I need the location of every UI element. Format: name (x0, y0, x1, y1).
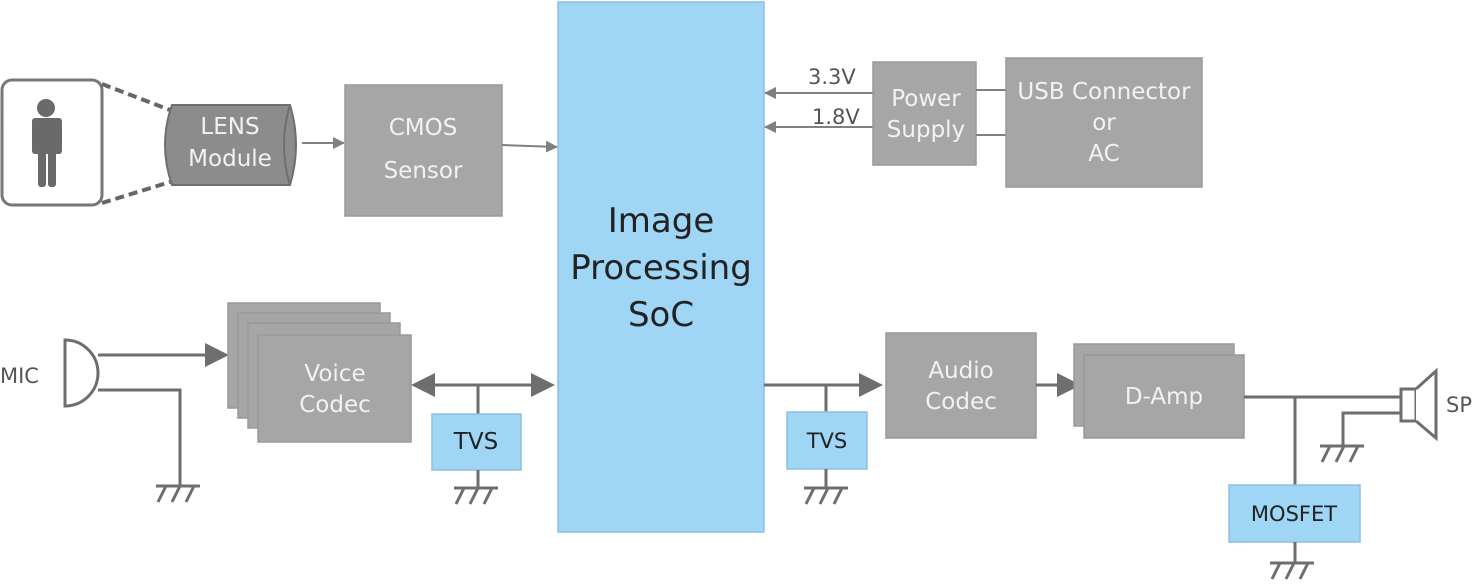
3v3-label: 3.3V (808, 65, 856, 89)
1v8-label: 1.8V (812, 105, 860, 129)
soc-label: SoC (628, 295, 694, 335)
microphone-icon (63, 338, 100, 408)
cmos-label: Sensor (384, 158, 463, 184)
view-line-top (101, 82, 171, 112)
soc-block: Image Processing SoC (557, 1, 765, 533)
d-amp-block: D-Amp (1073, 343, 1245, 439)
mic-label: MIC (0, 364, 39, 388)
person-icon (0, 78, 104, 207)
usb-label: AC (1088, 141, 1119, 167)
tvs-label: TVS (453, 429, 498, 455)
audio-codec-label: Audio (928, 358, 993, 384)
soc-label: Image (608, 201, 714, 241)
d-amp-label: D-Amp (1125, 384, 1203, 410)
ground-icon (802, 486, 850, 506)
voice-codec-label: Voice (304, 361, 365, 387)
lens-label: Module (188, 146, 272, 172)
voice-codec-label: Codec (299, 392, 371, 418)
cmos-to-soc-arrow (501, 140, 558, 153)
soc-label: Processing (570, 248, 752, 288)
audio-codec-label: Codec (925, 389, 997, 415)
lens-module-block: LENS Module (164, 104, 297, 186)
ground-icon (1318, 444, 1366, 464)
lens-label: LENS (200, 114, 259, 140)
tvs-right-block: TVS (786, 411, 868, 470)
tvs-left-block: TVS (431, 413, 522, 471)
mic-ground-line (98, 388, 182, 485)
ground-icon (1268, 561, 1316, 581)
tvs-label: TVS (806, 429, 848, 453)
ground-icon (154, 484, 202, 504)
speaker-icon (1399, 367, 1438, 442)
usb-label: USB Connector (1017, 79, 1191, 105)
voice-codec-block: Voice Codec (227, 302, 412, 443)
usb-connector-block: USB Connector or AC (1005, 57, 1203, 188)
power-label: Power (891, 86, 961, 112)
cmos-label: CMOS (389, 115, 458, 141)
speaker-ground-line (1341, 411, 1401, 445)
block-diagram: LENS Module CMOS Sensor Image Processing… (0, 1, 1472, 581)
power-supply-block: Power Supply (872, 61, 977, 166)
power-label: Supply (887, 117, 965, 143)
sp-label: SP (1446, 393, 1472, 417)
view-line-bottom (101, 180, 171, 205)
ground-icon (452, 486, 500, 506)
cmos-sensor-block: CMOS Sensor (344, 84, 503, 217)
usb-label: or (1092, 110, 1116, 136)
audio-codec-block: Audio Codec (885, 332, 1037, 439)
mosfet-block: MOSFET (1228, 484, 1361, 543)
mosfet-label: MOSFET (1251, 502, 1337, 526)
